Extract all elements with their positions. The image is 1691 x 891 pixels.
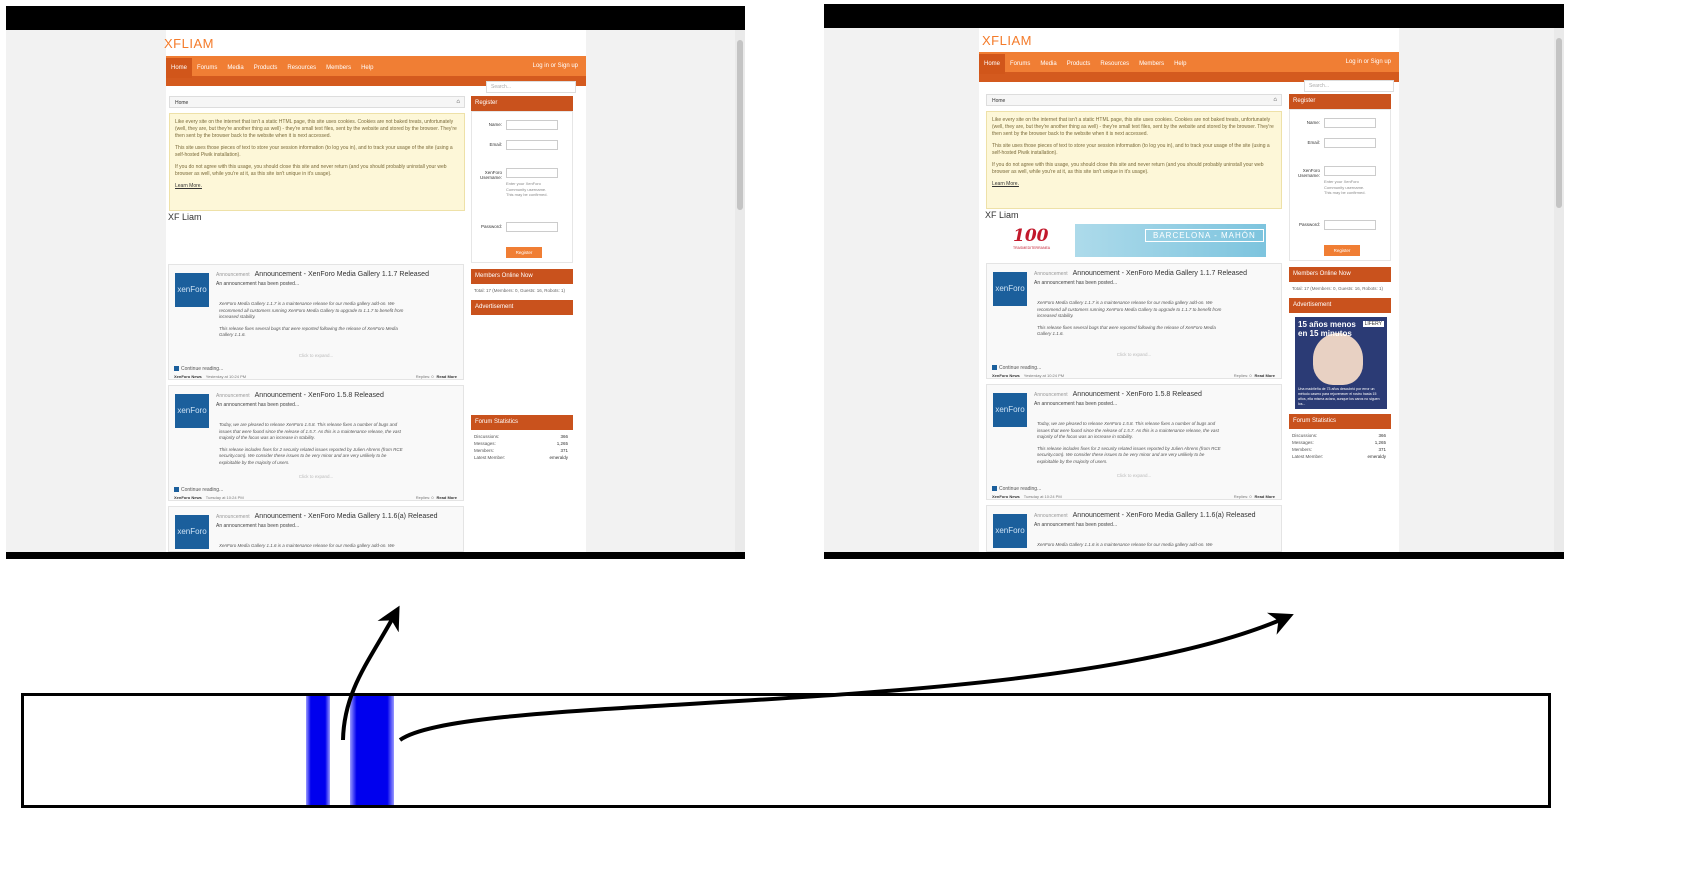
arrow-to-right-screenshot — [398, 612, 1294, 742]
arrows-overlay — [341, 605, 1294, 742]
arrow-to-left-screenshot — [341, 605, 400, 741]
